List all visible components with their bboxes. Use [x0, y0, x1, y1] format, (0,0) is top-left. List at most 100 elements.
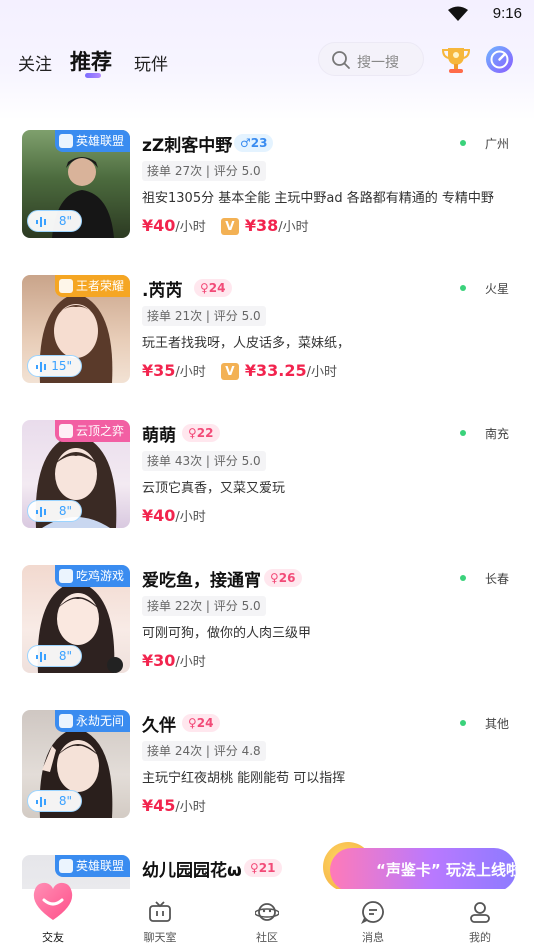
game-tag-label: 云顶之弈 [75, 424, 124, 438]
nav-item-profile[interactable]: 我的 [435, 889, 525, 949]
player-card[interactable]: 王者荣耀 15" ⁠.芮芮 ♀24 火星 接单 21次 | 评分 5.0 玩王者… [0, 275, 534, 415]
player-name: 萌萌 [142, 426, 176, 446]
game-tag: 永劫无间 [54, 710, 130, 732]
status-bar: 9:16 [0, 0, 534, 30]
age-value: 26 [278, 571, 296, 585]
player-card[interactable]: 英雄联盟 8" zZ刺客中野 ♂23 广州 接单 27次 | 评分 5.0 祖安… [0, 130, 534, 270]
price-row: ¥30/小时 [142, 651, 206, 673]
price-row: ¥40/小时 [142, 506, 206, 528]
city-label: 火星 [484, 282, 509, 296]
game-tag-label: 英雄联盟 [75, 859, 124, 873]
age-value: 21 [258, 861, 276, 875]
price-unit: /小时 [175, 220, 206, 235]
player-description: 玩王者找我呀，人皮话多，菜妹纸， [142, 336, 351, 351]
tv-icon [149, 901, 171, 922]
price: ¥40 [142, 506, 176, 525]
game-tag: 王者荣耀 [54, 275, 130, 297]
price-row: ¥45/小时 [142, 796, 206, 818]
tab-playmate[interactable]: 玩伴 [134, 50, 168, 75]
order-stats: 接单 22次 | 评分 5.0 [142, 596, 266, 616]
promo-banner[interactable]: “声鉴卡” 玩法上线啦 [330, 848, 516, 892]
vip-price: ¥38 [244, 216, 279, 235]
tab-indicator [85, 73, 101, 78]
age-value: 24 [208, 281, 226, 295]
game-tag: 云顶之弈 [54, 420, 130, 442]
search-placeholder: 搜一搜 [357, 55, 399, 71]
voice-duration: 15" [51, 359, 72, 373]
game-tag-label: 王者荣耀 [75, 279, 124, 293]
voice-duration: 8" [58, 649, 72, 663]
city-label: 长春 [484, 572, 509, 586]
online-dot [460, 140, 466, 146]
player-name: 久伴 [142, 716, 176, 736]
voice-intro-button[interactable]: 8" [27, 790, 82, 812]
age-badge: ♂23 [234, 134, 274, 152]
nav-item-community[interactable]: 社区 [222, 889, 312, 949]
heart-icon[interactable] [30, 878, 76, 924]
avatar[interactable]: 永劫无间 8" [22, 710, 130, 818]
city-label: 南充 [484, 427, 509, 441]
order-stats: 接单 43次 | 评分 5.0 [142, 451, 266, 471]
player-card[interactable]: 云顶之弈 8" 萌萌 ♀22 南充 接单 43次 | 评分 5.0 云顶它真香，… [0, 420, 534, 560]
player-card[interactable]: 吃鸡游戏 8" 爱吃鱼，接通宵 ♀26 长春 接单 22次 | 评分 5.0 可… [0, 565, 534, 705]
voice-intro-button[interactable]: 8" [27, 645, 82, 667]
search-box[interactable]: 搜一搜 [318, 42, 424, 76]
status-time: 9:16 [492, 5, 522, 22]
order-stats: 接单 24次 | 评分 4.8 [142, 741, 266, 761]
avatar[interactable]: 王者荣耀 15" [22, 275, 130, 383]
city-label: 广州 [484, 137, 509, 151]
game-icon [58, 424, 73, 438]
game-tag: 英雄联盟 [54, 130, 130, 152]
price: ¥35 [142, 361, 176, 380]
tab-follow[interactable]: 关注 [18, 50, 52, 75]
nav-item-messages[interactable]: 消息 [328, 889, 418, 949]
game-tag-label: 永劫无间 [75, 714, 124, 728]
tab-recommend[interactable]: 推荐 [70, 46, 112, 76]
price: ¥30 [142, 651, 176, 670]
online-dot [460, 575, 466, 581]
game-icon [58, 859, 73, 873]
nav-label: 我的 [469, 931, 491, 944]
nav-item-chatroom[interactable]: 聊天室 [115, 889, 205, 949]
online-dot [460, 430, 466, 436]
price-unit: /小时 [175, 510, 206, 525]
game-tag: 英雄联盟 [54, 855, 130, 877]
price-row: ¥40/小时 V ¥38/小时 [142, 216, 309, 238]
price-row: ¥35/小时 V ¥33.25/小时 [142, 361, 337, 383]
trophy-icon[interactable] [440, 44, 472, 76]
player-card[interactable]: 永劫无间 8" 久伴 ♀24 其他 接单 24次 | 评分 4.8 主玩宁红夜胡… [0, 710, 534, 850]
promo-text: “声鉴卡” 玩法上线啦 [376, 861, 516, 879]
player-description: 主玩宁红夜胡桃 能刚能苟 可以指挥 [142, 771, 346, 786]
compass-icon[interactable] [485, 45, 514, 74]
voice-intro-button[interactable]: 8" [27, 500, 82, 522]
vip-price: ¥33.25 [244, 361, 307, 380]
game-icon [58, 279, 73, 293]
avatar[interactable]: 英雄联盟 8" [22, 130, 130, 238]
age-badge: ♀24 [194, 279, 232, 297]
age-badge: ♀21 [244, 859, 282, 877]
player-description: 祖安1305分 基本全能 主玩中野ad 各路都有精通的 专精中野 [142, 191, 494, 206]
game-icon [58, 569, 73, 583]
nav-label: 消息 [362, 931, 384, 944]
age-value: 23 [250, 136, 268, 150]
player-description: 可刚可狗，做你的人肉三级甲 [142, 626, 312, 641]
price-unit: /小时 [175, 800, 206, 815]
avatar[interactable]: 吃鸡游戏 8" [22, 565, 130, 673]
bottom-nav: 交友 聊天室 社区 消息 我的 [0, 889, 534, 949]
vip-price-unit: /小时 [278, 220, 309, 235]
avatar[interactable]: 云顶之弈 8" [22, 420, 130, 528]
search-icon [332, 51, 350, 69]
online-dot [460, 285, 466, 291]
voice-intro-button[interactable]: 15" [27, 355, 82, 377]
voice-intro-button[interactable]: 8" [27, 210, 82, 232]
online-dot [460, 720, 466, 726]
vip-badge-icon: V [220, 218, 239, 235]
age-badge: ♀24 [182, 714, 220, 732]
game-tag-label: 英雄联盟 [75, 134, 124, 148]
age-badge: ♀22 [182, 424, 220, 442]
age-value: 24 [196, 716, 214, 730]
nav-label: 聊天室 [143, 931, 177, 944]
planet-icon [255, 903, 279, 921]
soundwave-icon [36, 217, 46, 227]
voice-duration: 8" [58, 504, 72, 518]
